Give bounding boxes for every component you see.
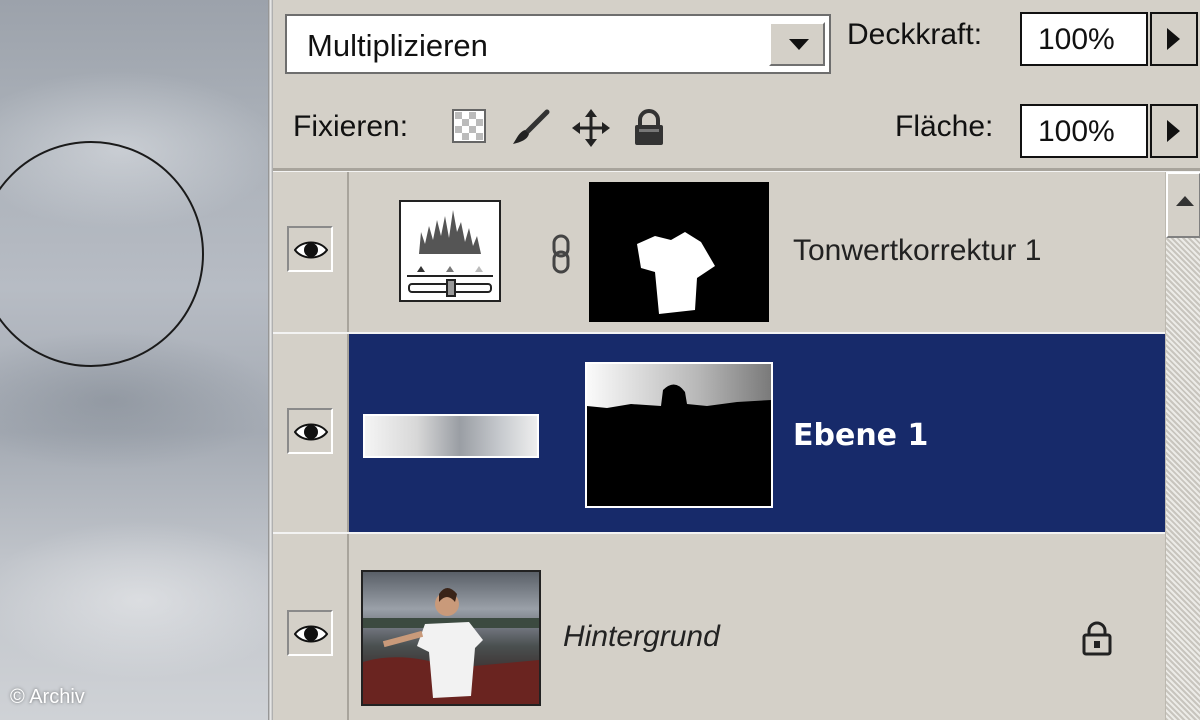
layer-row-levels-adjustment[interactable]: Tonwertkorrektur 1 — [273, 172, 1165, 334]
levels-adjustment-icon — [399, 200, 501, 302]
opacity-slider-button[interactable] — [1150, 12, 1198, 66]
lock-paint-brush-icon[interactable] — [511, 108, 551, 148]
layer-thumbnail[interactable] — [363, 414, 539, 458]
scroll-up-button[interactable] — [1166, 172, 1200, 238]
fill-input[interactable]: 100% — [1020, 104, 1148, 158]
lock-all-icon[interactable] — [631, 108, 671, 148]
layers-scrollbar[interactable] — [1165, 172, 1200, 720]
fill-value: 100% — [1038, 115, 1115, 148]
triangle-right-icon — [1167, 120, 1180, 142]
scroll-track[interactable] — [1166, 238, 1200, 720]
lock-move-icon[interactable] — [571, 108, 611, 148]
layer-row-background[interactable]: Hintergrund — [273, 534, 1165, 720]
fill-label: Fläche: — [895, 110, 994, 143]
triangle-right-icon — [1167, 28, 1180, 50]
visibility-toggle[interactable] — [287, 226, 333, 272]
layer-name: Ebene 1 — [793, 418, 929, 453]
eye-icon — [294, 423, 328, 441]
chain-link-icon[interactable] — [551, 234, 571, 274]
blend-mode-select[interactable]: Multiplizieren — [285, 14, 831, 74]
lock-transparency-icon[interactable] — [451, 108, 491, 148]
chevron-down-icon — [789, 39, 809, 50]
layer-thumbnail[interactable] — [361, 570, 541, 706]
layer-row-ebene-1[interactable]: Ebene 1 — [273, 334, 1165, 534]
layers-panel: Multiplizieren Deckkraft: 100% Fixieren: — [273, 0, 1200, 720]
lock-label: Fixieren: — [293, 110, 409, 143]
layer-name: Hintergrund — [563, 620, 720, 653]
blend-mode-value: Multiplizieren — [307, 28, 488, 63]
chevron-up-icon — [1176, 196, 1194, 206]
lock-buttons — [451, 108, 671, 148]
opacity-input[interactable]: 100% — [1020, 12, 1148, 66]
eye-icon — [294, 625, 328, 643]
copyright-label: © Archiv — [10, 686, 85, 708]
visibility-column — [273, 172, 349, 332]
blend-mode-dropdown-button[interactable] — [769, 22, 825, 66]
opacity-value: 100% — [1038, 23, 1115, 56]
image-canvas[interactable]: © Archiv — [0, 0, 268, 720]
sky-cloud — [0, 520, 268, 680]
visibility-column — [273, 534, 349, 720]
eye-icon — [294, 241, 328, 259]
fill-slider-button[interactable] — [1150, 104, 1198, 158]
layer-name: Tonwertkorrektur 1 — [793, 234, 1042, 267]
opacity-label: Deckkraft: — [847, 18, 983, 51]
layer-mask-thumbnail[interactable] — [585, 362, 773, 508]
visibility-column — [273, 334, 349, 532]
visibility-toggle[interactable] — [287, 408, 333, 454]
layer-mask-thumbnail[interactable] — [589, 182, 769, 322]
visibility-toggle[interactable] — [287, 610, 333, 656]
layer-lock-icon — [1081, 620, 1113, 656]
